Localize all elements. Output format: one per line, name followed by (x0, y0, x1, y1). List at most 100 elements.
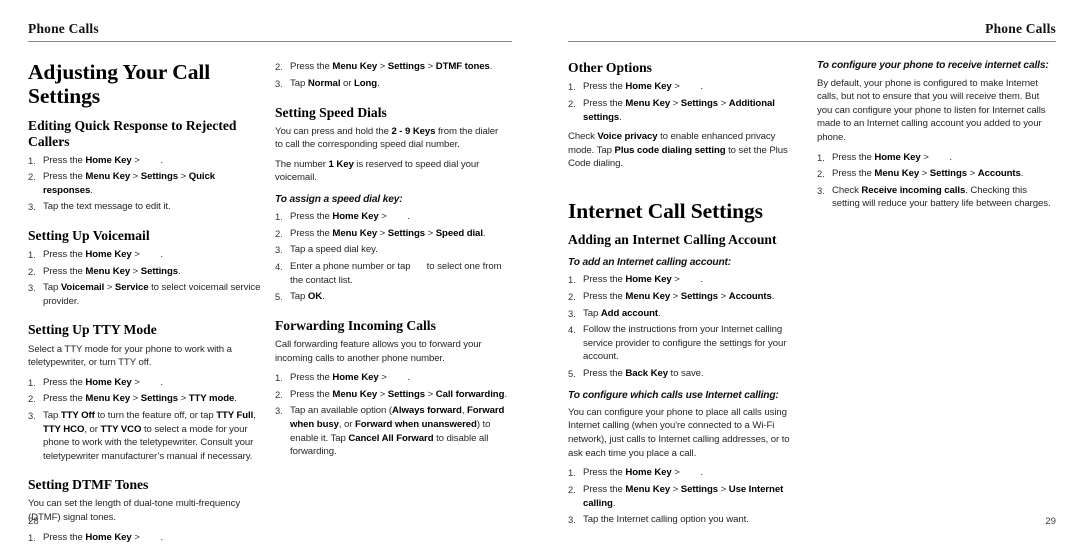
step-bold: Cancel All Forward (348, 432, 434, 444)
intro-tty-mode: Select a TTY mode for your phone to work… (28, 343, 232, 369)
header-rule-left (28, 40, 512, 43)
step-bold: Forward when unanswered (355, 419, 477, 430)
list-item: Press the Menu Key > Settings > Use Inte… (568, 483, 803, 510)
list-item: Tap Normal or Long. (275, 77, 508, 91)
step-bold: Back Key (625, 368, 668, 380)
step-text: > (378, 372, 390, 384)
steps-add-internet-account: Press the Home Key > . Press the Menu Ke… (568, 273, 803, 380)
step-text: Press the (43, 154, 86, 166)
step-text: Press the (583, 81, 626, 93)
list-item: Press the Home Key > . (568, 80, 803, 94)
text-bold: Plus code dialing setting (614, 144, 726, 156)
step-text: > (967, 168, 978, 180)
list-item: Press the Menu Key > Settings > Accounts… (568, 290, 803, 304)
right-page-column-1: Other Options Press the Home Key > . Pre… (568, 60, 803, 532)
step-bold: Always forward (392, 405, 462, 417)
step-text: , or (84, 423, 101, 435)
step-text: > (131, 154, 143, 166)
step-text: > (178, 393, 189, 405)
step-text: Press the (583, 368, 626, 380)
list-item: Press the Home Key > . (28, 531, 261, 545)
list-item: Tap Add account. (568, 307, 803, 321)
step-text: . (619, 111, 622, 123)
header-rule-right (568, 40, 1056, 43)
step-text: > (718, 290, 729, 302)
steps-forwarding-calls: Press the Home Key > . Press the Menu Ke… (275, 371, 508, 459)
step-bold: Menu Key (85, 393, 131, 405)
step-text: Check (832, 184, 862, 196)
list-item: Press the Home Key > . (568, 466, 803, 480)
list-item: Tap TTY Off to turn the feature off, or … (28, 409, 261, 463)
step-text: > (670, 97, 681, 109)
step-bold: Menu Key (625, 483, 671, 495)
step-text: Tap (290, 291, 308, 303)
step-text: Press the (43, 393, 86, 405)
step-text: > (130, 265, 141, 277)
list-item: Tap a speed dial key. (275, 243, 508, 257)
step-text: Press the (290, 388, 333, 400)
list-item: Follow the instructions from your Intern… (568, 323, 803, 364)
step-text: > (920, 151, 932, 163)
subheading-configure-which-calls: To configure which calls use Internet ca… (568, 389, 779, 401)
list-item: Tap the Internet calling option you want… (568, 513, 803, 527)
list-item: Press the Menu Key > Settings > Call for… (275, 388, 508, 402)
steps-dtmf-tones-continued: Press the Menu Key > Settings > DTMF ton… (275, 60, 508, 90)
step-bold: Settings (140, 171, 179, 183)
list-item: Press the Back Key to save. (568, 367, 803, 381)
step-text: to save. (667, 368, 704, 380)
step-bold: Menu Key (625, 97, 671, 109)
page-right: Phone Calls Other Options Press the Home… (540, 0, 1080, 539)
subheading-receive-internet-calls: To configure your phone to receive inter… (817, 60, 1049, 72)
step-text: Press the (583, 274, 626, 286)
step-bold: Home Key (625, 81, 672, 93)
page-spread: Phone Calls Adjusting Your Call Settings… (0, 0, 1080, 544)
text-bold: 2 - 9 Keys (391, 125, 436, 137)
left-page-column-1: Adjusting Your Call Settings Editing Qui… (28, 60, 261, 550)
folio-left: 28 (28, 516, 39, 527)
step-text: > (104, 282, 115, 294)
step-bold: Home Key (874, 151, 921, 163)
steps-receive-internet-calls: Press the Home Key > . Press the Menu Ke… (817, 151, 1052, 211)
page-title-internet-call-settings: Internet Call Settings (568, 199, 763, 224)
step-text: Tap a speed dial key. (290, 244, 378, 256)
list-item: Press the Home Key > . (28, 248, 261, 262)
step-bold: Settings (680, 483, 719, 495)
step-bold: Settings (680, 290, 719, 302)
list-item: Press the Home Key > . (28, 376, 261, 390)
step-bold: Speed dial (435, 227, 483, 239)
step-bold: Home Key (625, 274, 672, 286)
step-text: . (407, 211, 410, 223)
list-item: Press the Menu Key > Settings > TTY mode… (28, 392, 261, 406)
step-bold: Settings (140, 393, 179, 405)
list-item: Press the Home Key > . (817, 151, 1052, 165)
step-text: to turn the feature off, or tap (94, 409, 217, 421)
steps-assign-speed-dial: Press the Home Key > . Press the Menu Ke… (275, 210, 508, 304)
step-text: Tap an available option ( (290, 405, 393, 417)
step-bold: TTY HCO (43, 423, 85, 435)
step-text: or (340, 77, 354, 89)
step-bold: Menu Key (85, 171, 131, 183)
step-text: > (131, 249, 143, 261)
step-bold: Accounts (977, 168, 1021, 180)
list-item: Press the Menu Key > Settings > Speed di… (275, 227, 508, 241)
step-bold: Home Key (85, 249, 132, 261)
step-bold: Long (353, 77, 378, 89)
text-bold: 1 Key (328, 158, 354, 170)
step-text: > (131, 531, 143, 543)
step-text: > (131, 376, 143, 388)
step-bold: Settings (387, 388, 426, 400)
step-text: Press the (583, 467, 626, 479)
list-item: Tap an available option (Always forward,… (275, 404, 508, 458)
section-heading-tty-mode: Setting Up TTY Mode (28, 322, 157, 338)
step-text: . (658, 307, 661, 319)
step-bold: Voicemail (60, 282, 105, 294)
step-text: . (700, 274, 703, 286)
step-text: . (771, 290, 775, 302)
step-text: > (130, 393, 141, 405)
step-text: Press the (43, 249, 86, 261)
list-item: Check Receive incoming calls. Checking t… (817, 184, 1052, 211)
step-bold: Add account (600, 307, 659, 319)
subheading-assign-speed-dial: To assign a speed dial key: (275, 194, 403, 206)
section-heading-forwarding-calls: Forwarding Incoming Calls (275, 317, 436, 333)
